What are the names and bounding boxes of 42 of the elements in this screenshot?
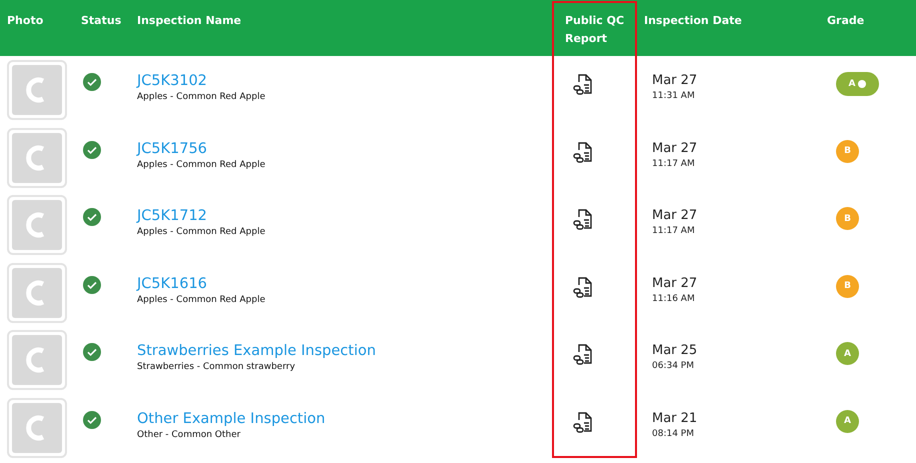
grade-badge: B bbox=[836, 274, 859, 298]
product-label: Apples - Common Red Apple bbox=[137, 294, 266, 304]
document-link-icon[interactable] bbox=[572, 73, 594, 95]
column-header: Inspection Date bbox=[643, 13, 743, 29]
document-link-icon[interactable] bbox=[572, 140, 594, 162]
column-header: Photo bbox=[6, 13, 44, 29]
grade-badge: B bbox=[836, 140, 859, 162]
inspection-link[interactable]: JC5K3102 bbox=[137, 73, 208, 89]
document-link-icon[interactable] bbox=[572, 343, 594, 365]
product-label: Apples - Common Red Apple bbox=[137, 227, 266, 237]
document-link-icon[interactable] bbox=[572, 208, 594, 230]
grade-toggle[interactable]: A bbox=[836, 72, 879, 96]
inspection-time: 11:17 AM bbox=[652, 226, 696, 236]
inspection-time: 08:14 PM bbox=[652, 428, 695, 438]
inspection-link[interactable]: JC5K1712 bbox=[137, 208, 208, 224]
inspection-date: Mar 27 bbox=[652, 140, 698, 156]
inspection-date: Mar 27 bbox=[652, 208, 698, 223]
inspection-link[interactable]: JC5K1616 bbox=[137, 276, 208, 292]
document-link-icon[interactable] bbox=[572, 276, 594, 298]
inspection-date: Mar 25 bbox=[652, 343, 698, 358]
inspection-link[interactable]: JC5K1756 bbox=[137, 140, 208, 156]
column-header: Grade bbox=[826, 13, 866, 29]
inspection-link[interactable]: Other Example Inspection bbox=[137, 410, 326, 426]
document-link-icon[interactable] bbox=[572, 410, 594, 432]
inspection-date: Mar 21 bbox=[652, 410, 698, 426]
product-label: Other - Common Other bbox=[137, 430, 242, 440]
inspection-date: Mar 27 bbox=[652, 276, 698, 290]
inspection-time: 06:34 PM bbox=[652, 361, 695, 371]
inspection-date: Mar 27 bbox=[652, 73, 698, 88]
product-label: Apples - Common Red Apple bbox=[137, 92, 266, 102]
product-label: Strawberries - Common strawberry bbox=[137, 362, 296, 372]
inspection-time: 11:16 AM bbox=[652, 294, 696, 304]
grade-badge: A bbox=[836, 342, 859, 365]
inspection-time: 11:31 AM bbox=[652, 91, 696, 101]
column-header: Status bbox=[80, 13, 122, 29]
grade-badge: B bbox=[836, 207, 859, 230]
column-header: Inspection Name bbox=[136, 13, 242, 29]
product-label: Apples - Common Red Apple bbox=[137, 160, 266, 170]
inspection-link[interactable]: Strawberries Example Inspection bbox=[137, 343, 376, 359]
grade-badge: A bbox=[836, 410, 859, 432]
inspection-time: 11:17 AM bbox=[652, 158, 696, 168]
column-header: Public QC Report bbox=[564, 13, 626, 47]
